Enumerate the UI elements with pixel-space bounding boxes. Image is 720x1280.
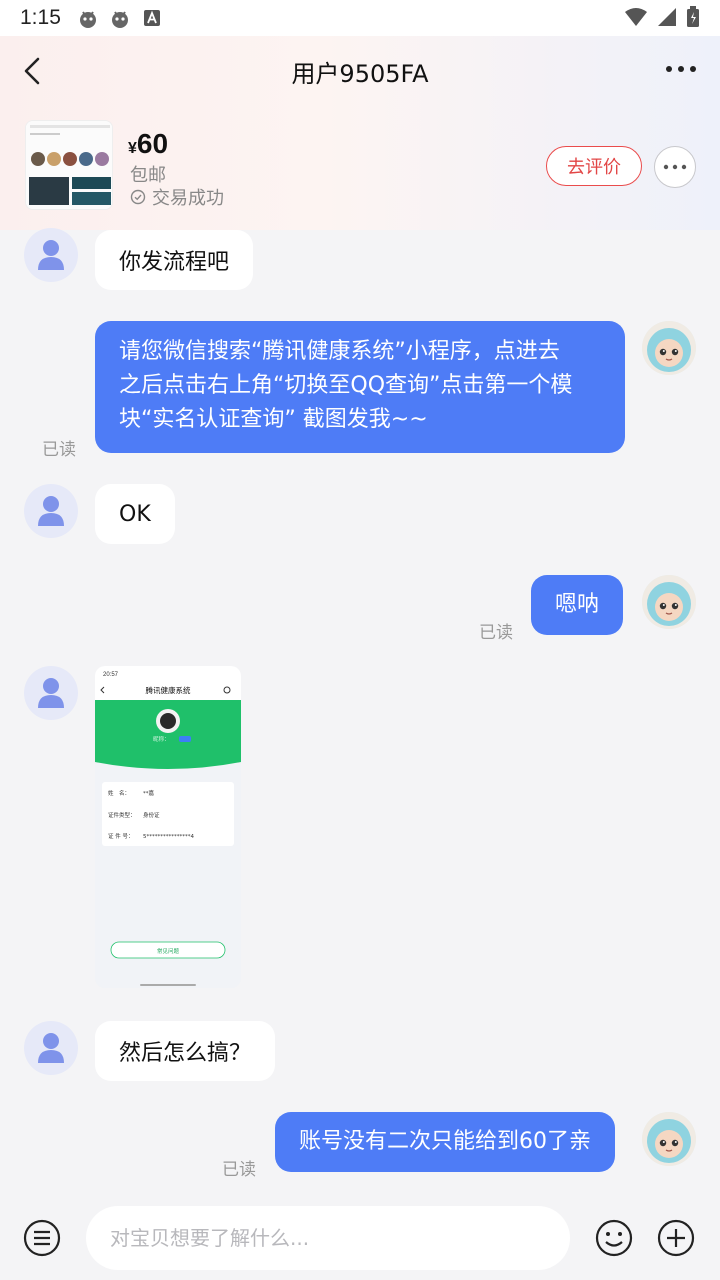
deal-status-text: 交易成功 — [152, 188, 224, 209]
wifi-icon — [625, 8, 647, 26]
ellipsis-icon — [663, 164, 687, 170]
input-bar — [0, 1196, 720, 1280]
add-icon[interactable] — [656, 1218, 696, 1258]
review-button[interactable]: 去评价 — [546, 146, 642, 186]
app-notification-icon — [111, 11, 128, 28]
shot-time: 20:57 — [103, 672, 119, 678]
read-receipt: 已读 — [42, 440, 76, 460]
order-more-button[interactable] — [654, 146, 696, 188]
avatar[interactable] — [642, 321, 696, 375]
shot-faq: 常见问题 — [157, 947, 180, 955]
emoji-icon[interactable] — [594, 1218, 634, 1258]
status-bar: 1:15 — [0, 0, 720, 36]
image-message[interactable]: 20:57 腾讯健康系统 昵称： 姓 名： **嘉 证件类型： 身份证 证 件 … — [95, 666, 241, 988]
more-options-icon[interactable] — [664, 60, 698, 78]
message-bubble[interactable]: 你发流程吧 — [95, 230, 254, 290]
user-avatar-icon — [38, 1033, 64, 1063]
status-time: 1:15 — [20, 6, 61, 29]
message-bubble[interactable]: 请您微信搜索“腾讯健康系统”小程序，点进去 之后点击右上角“切换至QQ查询”点击… — [95, 321, 625, 453]
message-input[interactable] — [86, 1206, 570, 1270]
message-line: 块“实名认证查询” 截图发我~~ — [119, 407, 428, 432]
shot-row-label: 姓 名： — [108, 789, 130, 797]
avatar[interactable] — [642, 575, 696, 629]
avatar[interactable] — [24, 666, 78, 720]
user-avatar-icon — [38, 240, 64, 270]
shot-row-value: 身份证 — [143, 811, 160, 819]
page-title: 用户9505FA — [291, 60, 429, 88]
shot-row-value: **嘉 — [143, 789, 155, 797]
chat-header: 用户9505FA ¥60 包邮 交易成功 去评价 — [0, 36, 720, 230]
user-avatar-icon — [38, 678, 64, 708]
deal-status: 交易成功 — [130, 184, 224, 210]
status-indicators — [624, 6, 700, 28]
shot-title: 腾讯健康系统 — [146, 685, 191, 695]
price-value: 60 — [136, 128, 169, 159]
signal-icon — [658, 8, 676, 26]
avatar[interactable] — [24, 1021, 78, 1075]
message-bubble[interactable]: 然后怎么搞？ — [95, 1021, 276, 1081]
shot-row-label: 证件类型： — [108, 811, 136, 819]
cartoon-avatar-icon — [642, 1112, 696, 1166]
cartoon-avatar-icon — [642, 321, 696, 375]
product-thumbnail[interactable] — [25, 120, 113, 210]
shot-nickname: 昵称： — [153, 735, 170, 743]
menu-icon[interactable] — [22, 1218, 62, 1258]
screenshot-image: 20:57 腾讯健康系统 昵称： 姓 名： **嘉 证件类型： 身份证 证 件 … — [95, 666, 241, 988]
shot-row-label: 证 件 号： — [108, 832, 134, 840]
message-line: 之后点击右上角“切换至QQ查询”点击第一个模 — [119, 373, 573, 398]
product-image — [26, 121, 112, 209]
currency-symbol: ¥ — [128, 140, 137, 157]
product-price: ¥60 — [128, 128, 168, 160]
avatar[interactable] — [24, 228, 78, 282]
battery-icon — [687, 6, 699, 27]
message-bubble[interactable]: OK — [95, 484, 175, 544]
message-bubble[interactable]: 嗯呐 — [531, 575, 624, 635]
message-line: 请您微信搜索“腾讯健康系统”小程序，点进去 — [119, 339, 560, 364]
read-receipt: 已读 — [479, 623, 513, 643]
avatar[interactable] — [24, 484, 78, 538]
read-receipt: 已读 — [222, 1160, 256, 1180]
message-bubble[interactable]: 账号没有二次只能给到60了亲 — [275, 1112, 615, 1172]
user-avatar-icon — [38, 496, 64, 526]
cartoon-avatar-icon — [642, 575, 696, 629]
shot-row-value: 5****************4 — [143, 834, 194, 840]
app-notification-icon — [79, 11, 96, 28]
font-app-icon — [143, 10, 160, 26]
check-circle-icon — [130, 189, 146, 205]
avatar[interactable] — [642, 1112, 696, 1166]
